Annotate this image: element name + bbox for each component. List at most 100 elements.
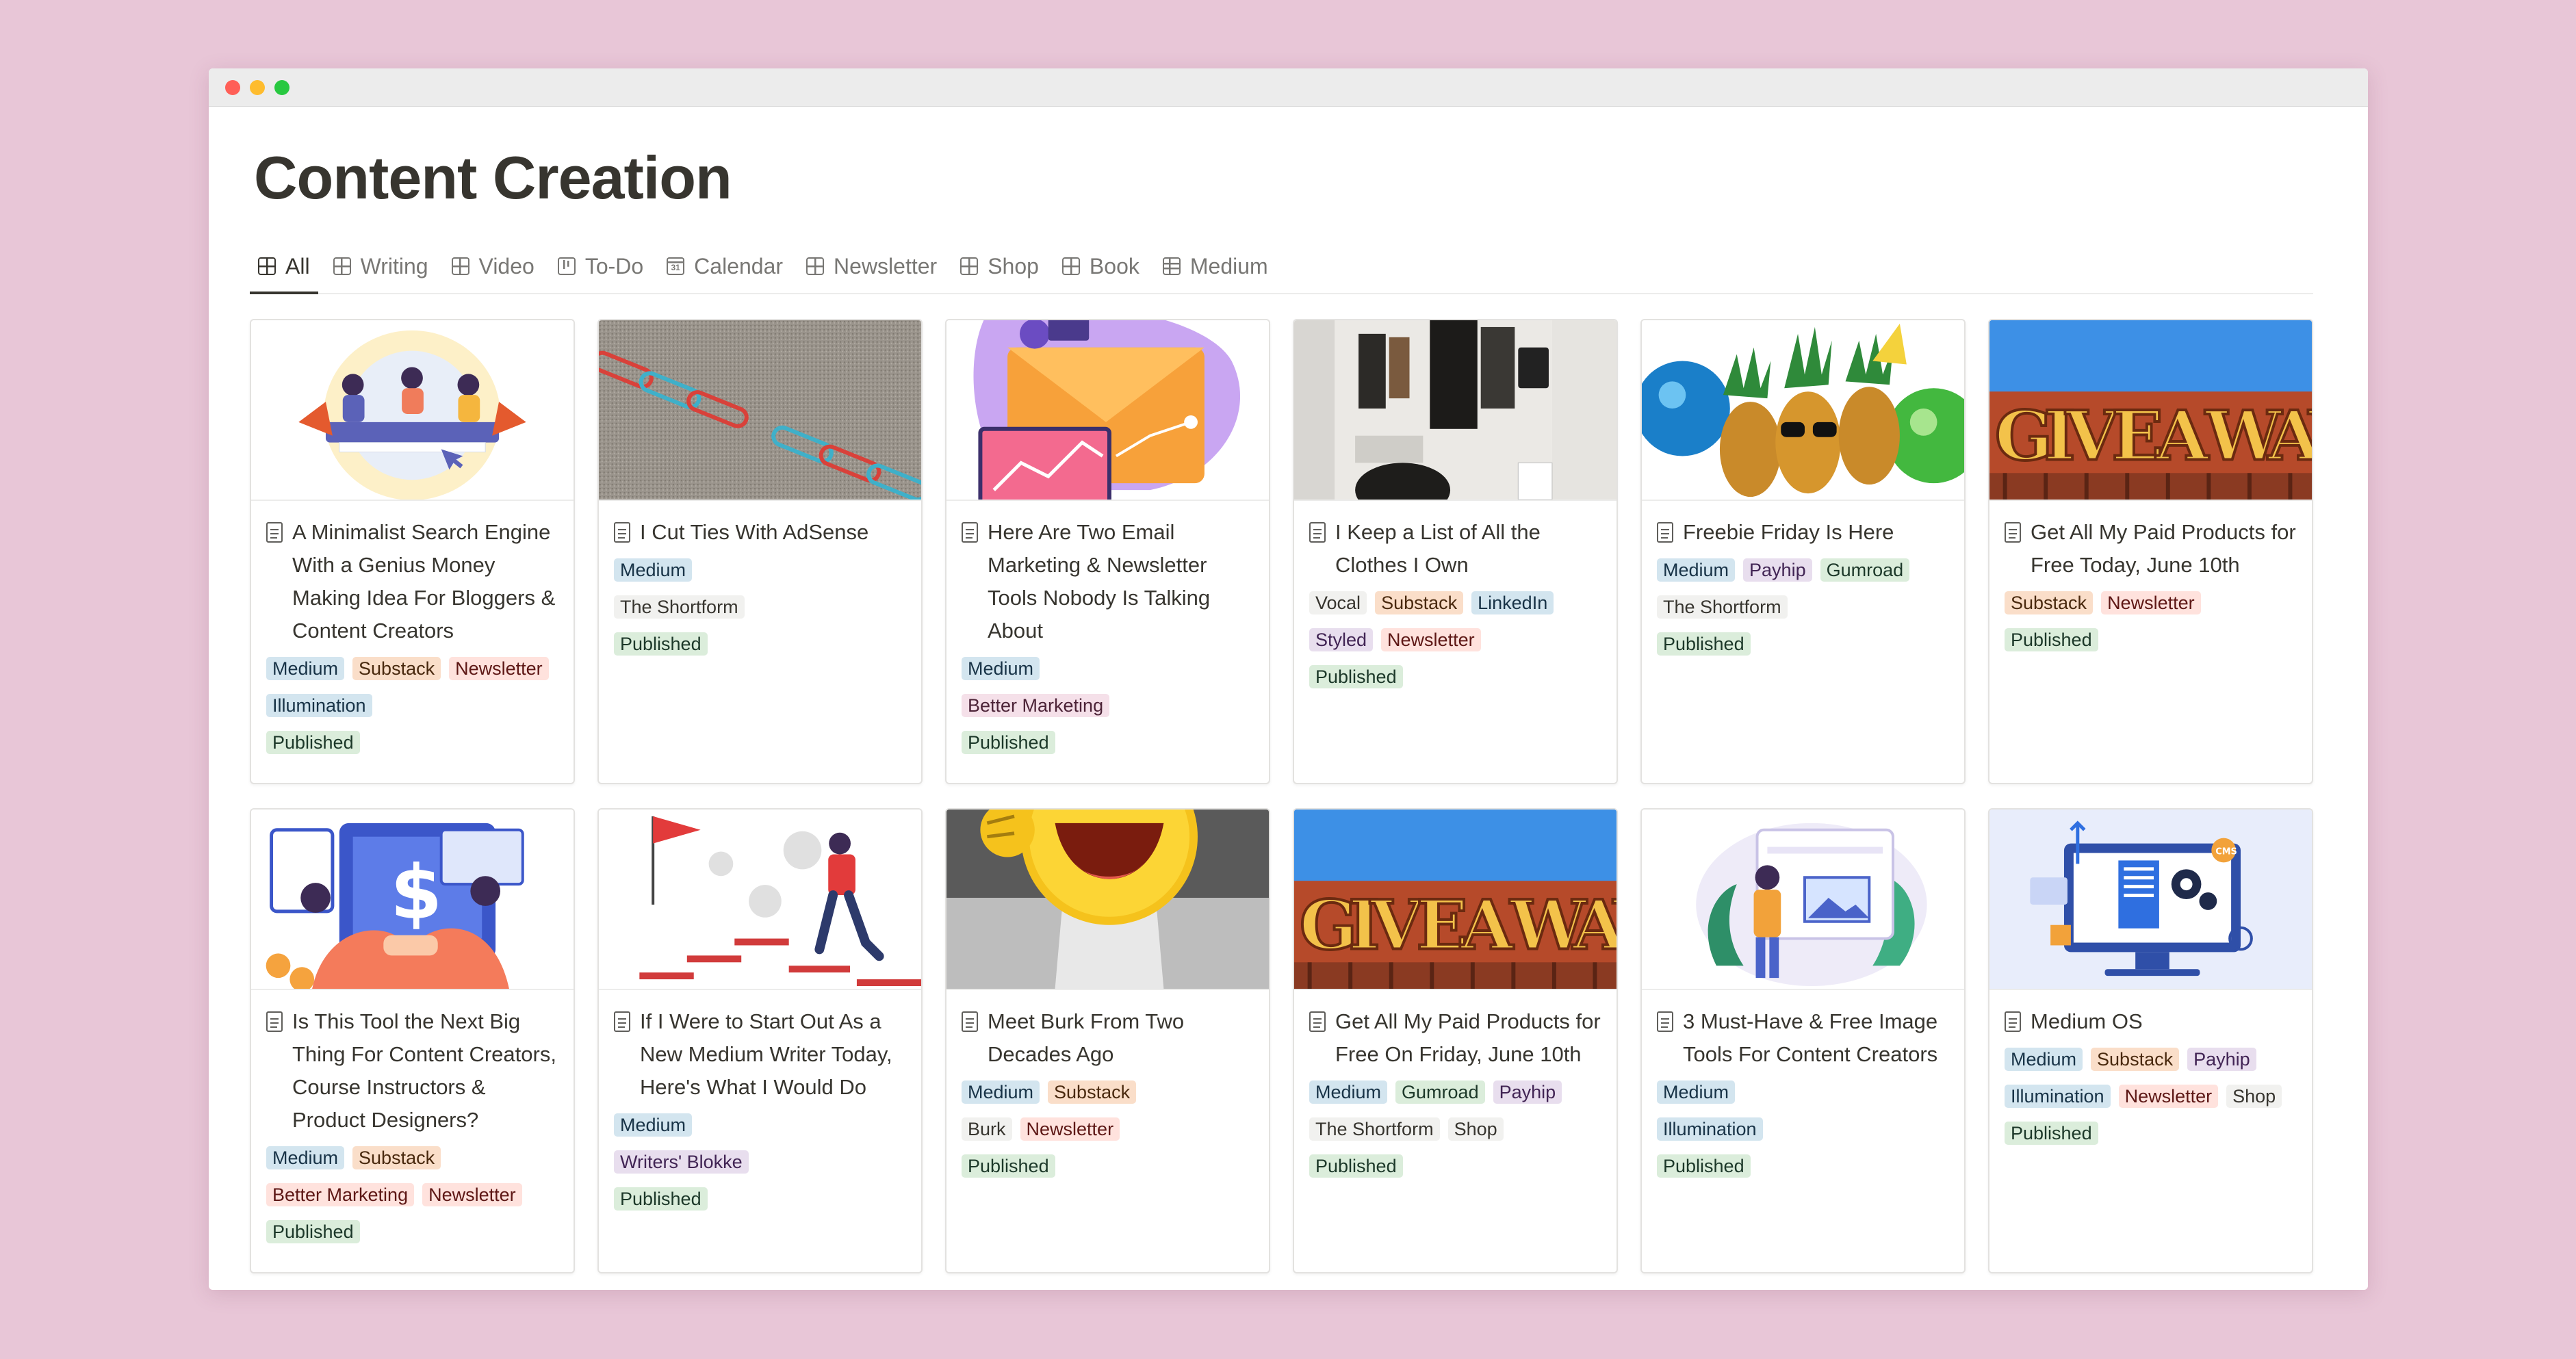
status-badge: Published (614, 1187, 708, 1211)
tag-writers-blokke: Writers' Blokke (614, 1150, 749, 1174)
tag-substack: Substack (1375, 591, 1464, 614)
tab-label: Book (1089, 253, 1139, 279)
card-title-text: A Minimalist Search Engine With a Genius… (292, 520, 556, 643)
card-title: If I Were to Start Out As a New Medium W… (614, 1005, 906, 1104)
tag-newsletter: Newsletter (1020, 1117, 1120, 1141)
status-badge: Published (1309, 665, 1403, 688)
status-tags: Published (1309, 665, 1601, 688)
svg-text:A: A (2155, 396, 2210, 476)
gallery-card[interactable]: GIVEAWAY Get All My Paid Products for Fr… (1988, 319, 2313, 784)
card-title-text: Get All My Paid Products for Free On Fri… (1335, 1009, 1601, 1066)
tab-writing[interactable]: Writing (325, 244, 437, 293)
svg-text:A: A (1460, 885, 1515, 965)
publication-tags: Better Marketing (962, 694, 1254, 717)
tag-medium: Medium (614, 558, 693, 582)
tab-shop[interactable]: Shop (952, 244, 1047, 293)
gallery-card[interactable]: Meet Burk From Two Decades Ago Medium Subs… (945, 808, 1270, 1273)
card-body: I Keep a List of All the Clothes I Own Vo… (1294, 501, 1617, 699)
tag-substack: Substack (352, 1146, 441, 1169)
card-title-text: Freebie Friday Is Here (1683, 520, 1894, 544)
publication-tags: The Shortform (614, 595, 906, 619)
gallery-card[interactable]: $ Is This Tool the Next Big Thing For Co… (250, 808, 575, 1273)
tag-medium: Medium (1309, 1080, 1388, 1104)
card-cover-image: GIVEAWAY (1294, 810, 1617, 990)
tab-book[interactable]: Book (1054, 244, 1148, 293)
gallery-card[interactable]: A Minimalist Search Engine With a Genius… (250, 319, 575, 784)
tab-all[interactable]: All (250, 244, 318, 294)
gallery-card[interactable]: Here Are Two Email Marketing & Newslette… (945, 319, 1270, 784)
card-title: I Keep a List of All the Clothes I Own (1309, 516, 1601, 582)
platform-tags: Medium Gumroad Payhip (1309, 1080, 1601, 1104)
publication-tags: Illumination (1657, 1117, 1949, 1141)
tag-medium: Medium (266, 657, 345, 680)
tab-calendar[interactable]: Calendar (658, 244, 791, 293)
card-title-text: Get All My Paid Products for Free Today,… (2031, 520, 2296, 577)
gallery-icon (333, 257, 351, 275)
card-body: 3 Must-Have & Free Image Tools For Conte… (1642, 990, 1964, 1189)
tag-medium: Medium (1657, 1080, 1736, 1104)
status-tags: Published (2005, 1122, 2297, 1145)
tag-newsletter: Newsletter (1381, 628, 1481, 651)
close-window-button[interactable] (225, 79, 240, 95)
tab-label: Writing (360, 253, 428, 279)
tag-substack: Substack (2091, 1048, 2180, 1071)
publication-tags: Writers' Blokke (614, 1150, 906, 1174)
table-icon (1162, 257, 1181, 275)
zoom-window-button[interactable] (274, 79, 289, 95)
card-title-text: I Keep a List of All the Clothes I Own (1335, 520, 1541, 577)
tab-label: Calendar (694, 253, 784, 279)
card-title-text: I Cut Ties With AdSense (640, 520, 869, 544)
status-tags: Published (1309, 1154, 1601, 1178)
gallery-icon (806, 257, 825, 275)
tab-newsletter[interactable]: Newsletter (798, 244, 945, 293)
card-title: Is This Tool the Next Big Thing For Cont… (266, 1005, 558, 1137)
tag-medium: Medium (1657, 558, 1736, 582)
platform-tags: Substack Newsletter (2005, 591, 2297, 614)
tag-illumination: Illumination (1657, 1117, 1763, 1141)
gallery-grid: A Minimalist Search Engine With a Genius… (250, 319, 2313, 1273)
card-cover-image: GIVEAWAY (1989, 320, 2312, 501)
platform-tags: Medium Substack Payhip Illumination Newslett… (2005, 1048, 2297, 1108)
gallery-card[interactable]: GIVEAWAY Get All My Paid Products for Fr… (1293, 808, 1618, 1273)
page-icon (614, 1011, 630, 1032)
tag-gumroad: Gumroad (1820, 558, 1910, 582)
card-cover-image (599, 320, 921, 501)
tag-illumination: Illumination (2005, 1085, 2111, 1108)
tag-newsletter: Newsletter (449, 657, 549, 680)
gallery-icon (1061, 257, 1080, 275)
card-title: I Cut Ties With AdSense (614, 516, 906, 549)
publication-tags: Better Marketing Newsletter (266, 1183, 558, 1206)
gallery-card[interactable]: 3 Must-Have & Free Image Tools For Conte… (1640, 808, 1966, 1273)
status-badge: Published (614, 632, 708, 656)
gallery-card[interactable]: CMS Medium OS Medium Substack Payhip Illumin… (1988, 808, 2313, 1273)
tag-shop: Shop (1447, 1117, 1504, 1141)
minimize-window-button[interactable] (250, 79, 265, 95)
tag-newsletter: Newsletter (2118, 1085, 2219, 1108)
tab-label: All (285, 253, 310, 279)
gallery-icon (451, 257, 469, 275)
status-badge: Published (962, 1154, 1055, 1178)
gallery-card[interactable]: I Keep a List of All the Clothes I Own Vo… (1293, 319, 1618, 784)
page-icon (266, 1011, 283, 1032)
status-badge: Published (1657, 1154, 1751, 1178)
platform-tags: Medium (1657, 1080, 1949, 1104)
page-icon (962, 522, 978, 543)
tab-video[interactable]: Video (443, 244, 543, 293)
gallery-card[interactable]: I Cut Ties With AdSense Medium The Shortfo… (597, 319, 923, 784)
status-tags: Published (962, 731, 1254, 754)
gallery-card[interactable]: If I Were to Start Out As a New Medium W… (597, 808, 923, 1273)
status-badge: Published (2005, 1122, 2098, 1145)
tab-to-do[interactable]: To-Do (550, 244, 652, 293)
page-title[interactable]: Content Creation (254, 143, 732, 213)
card-body: Meet Burk From Two Decades Ago Medium Subs… (946, 990, 1269, 1189)
tag-payhip: Payhip (2187, 1048, 2256, 1071)
card-title-text: If I Were to Start Out As a New Medium W… (640, 1009, 892, 1099)
status-badge: Published (2005, 628, 2098, 651)
platform-tags: Vocal Substack LinkedIn Styled Newsletter (1309, 591, 1601, 651)
status-badge: Published (1309, 1154, 1403, 1178)
card-title: Meet Burk From Two Decades Ago (962, 1005, 1254, 1071)
tab-medium[interactable]: Medium (1155, 244, 1276, 293)
tag-gumroad: Gumroad (1395, 1080, 1485, 1104)
tag-medium: Medium (266, 1146, 345, 1169)
gallery-card[interactable]: Freebie Friday Is Here Medium Payhip Gumroa… (1640, 319, 1966, 784)
